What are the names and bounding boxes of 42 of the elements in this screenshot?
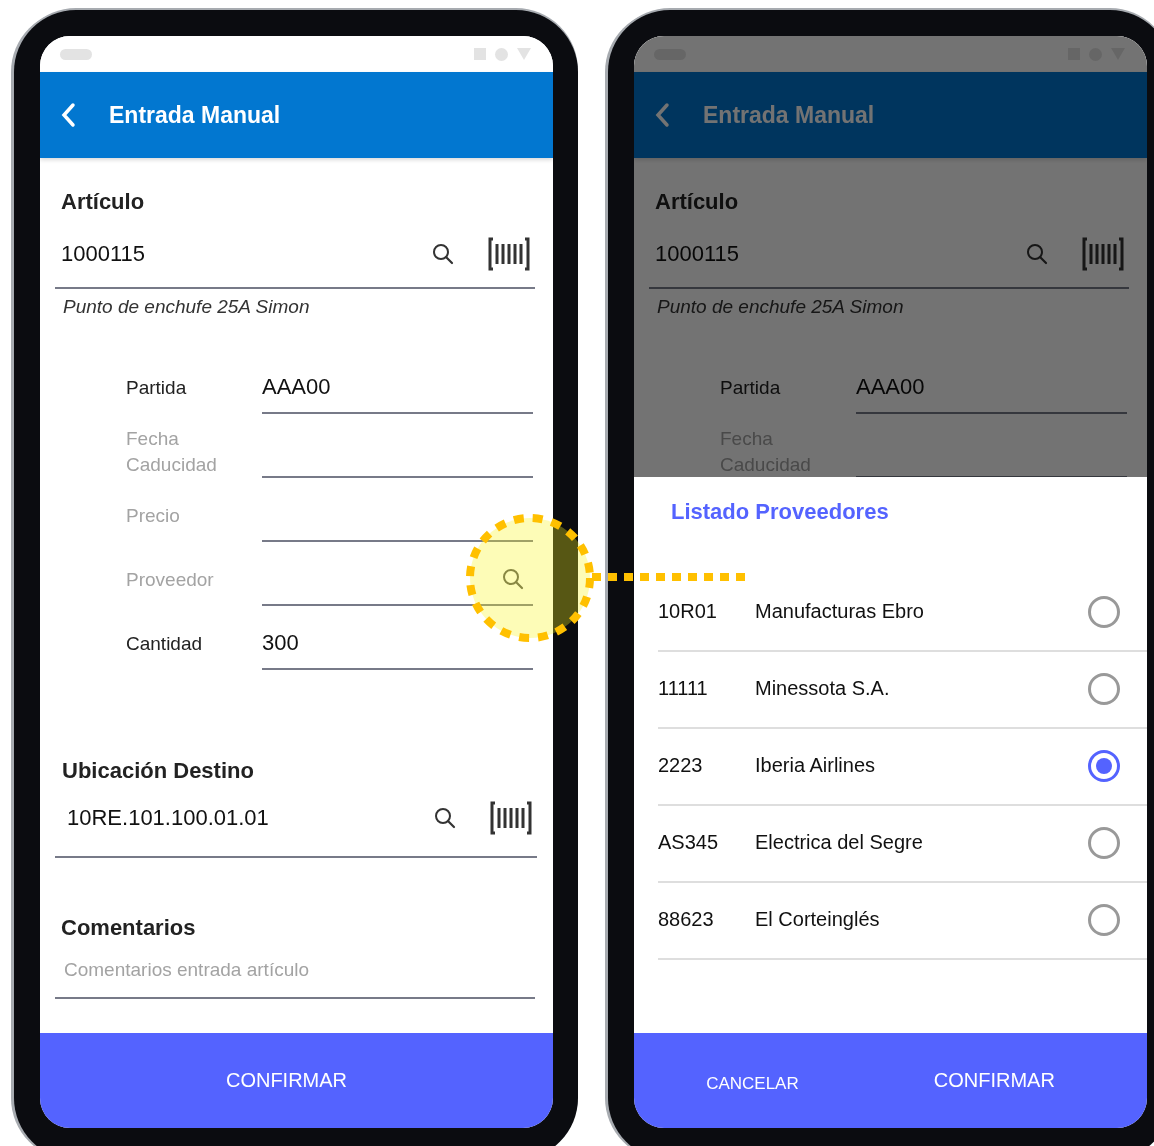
supplier-code: 88623 [658,908,715,931]
supplier-name: Iberia Airlines [755,754,877,777]
supplier-item[interactable]: AS345 Electrica del Segre [658,806,1147,883]
input-field[interactable]: AAA00 [262,350,533,414]
field-label: Partida [126,376,188,400]
supplier-item[interactable]: 11111 Minessota S.A. [658,652,1147,729]
supplier-item[interactable]: 10R01 Manufacturas Ebro [658,575,1147,652]
article-field[interactable]: 1000115 [55,229,535,289]
field-value: 1000115 [655,241,739,267]
field-label: Partida [720,376,782,400]
section-label: Artículo [61,189,146,215]
field-value: 1000115 [61,241,145,267]
supplier-code: 2223 [658,754,704,777]
screen-title: Entrada Manual [703,101,875,129]
supplier-code: AS345 [658,831,720,854]
comment-field[interactable]: Comentarios entrada artículo [55,941,535,999]
confirm-button[interactable]: CONFIRMAR [923,1061,1065,1100]
field-label: Fecha Caducidad [126,427,218,477]
supplier-name: Minessota S.A. [755,677,891,700]
input-field[interactable]: 300 [262,606,533,670]
section-label: Comentarios [61,915,197,941]
supplier-name: Manufacturas Ebro [755,600,925,623]
field-label: Cantidad [126,632,204,656]
destination-field[interactable]: 10RE.101.100.01.01 [55,788,537,858]
dialog-title: Listado Proveedores [671,499,890,525]
screen-title: Entrada Manual [109,101,281,129]
supplier-code: 10R01 [658,600,718,623]
article-description: Punto de enchufe 25A Simon [657,296,905,318]
confirm-button[interactable]: CONFIRMAR [215,1061,358,1100]
supplier-name: El Corteinglés [755,908,881,931]
article-description: Punto de enchufe 25A Simon [63,296,311,318]
field-label: Proveedor [126,568,215,592]
field-label: Precio [126,504,181,528]
section-label: Artículo [655,189,740,215]
cancel-button[interactable]: CANCELAR [696,1065,809,1102]
field-value: 10RE.101.100.01.01 [67,805,269,831]
input-field[interactable]: AAA00 [856,350,1127,414]
supplier-item[interactable]: 2223 Iberia Airlines [658,729,1147,806]
supplier-name: Electrica del Segre [755,831,924,854]
supplier-item[interactable]: 88623 El Corteinglés [658,883,1147,960]
section-label: Ubicación Destino [62,758,255,784]
supplier-code: 11111 [658,677,709,700]
